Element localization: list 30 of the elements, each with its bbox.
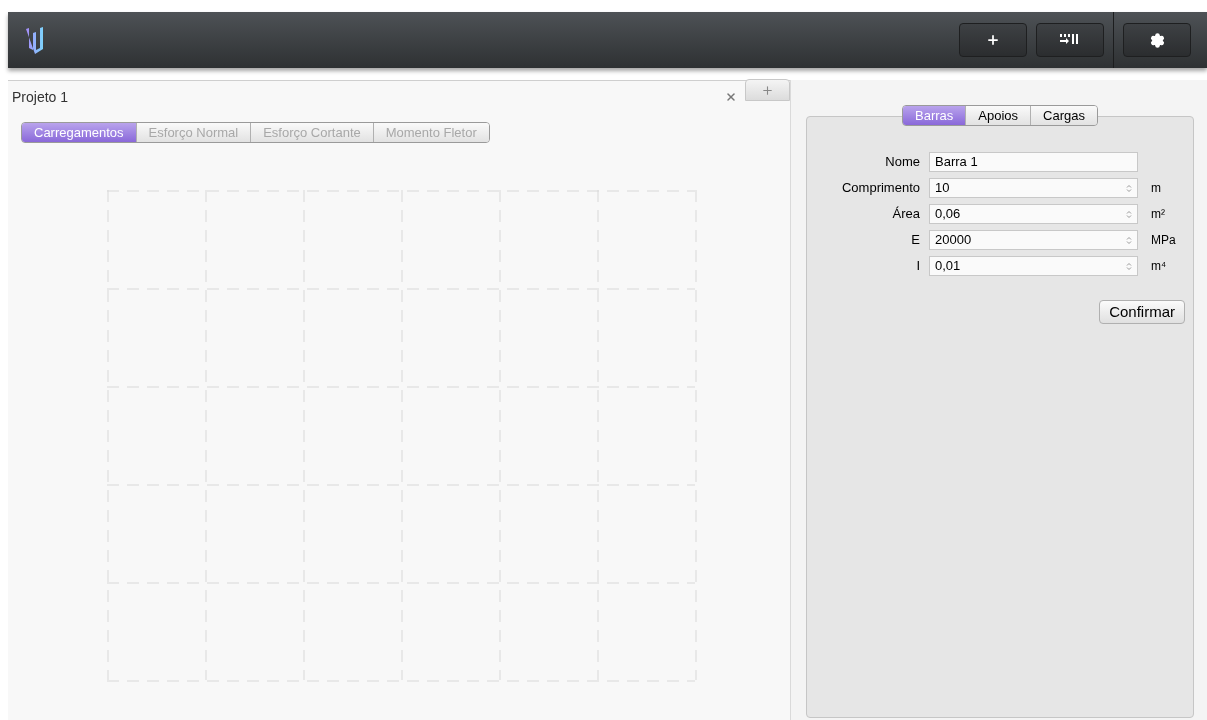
- input-field[interactable]: Barra 1: [929, 152, 1138, 172]
- unit-label: MPa: [1151, 232, 1176, 249]
- tab[interactable]: Apoios: [965, 106, 1031, 125]
- field-label: E: [910, 231, 921, 250]
- stepper-icon: [1126, 209, 1132, 219]
- field-label: Nome: [884, 153, 921, 172]
- toolbar-button[interactable]: [1036, 23, 1104, 57]
- unit-label: m²: [1151, 206, 1165, 223]
- settings-button[interactable]: [1123, 23, 1191, 57]
- field-label: Comprimento: [840, 179, 921, 198]
- number-field[interactable]: 20000: [929, 230, 1138, 250]
- tab[interactable]: Cargas: [1030, 106, 1097, 125]
- bars-arrow-icon: [1059, 33, 1081, 47]
- plus-icon: [986, 33, 1000, 47]
- number-field[interactable]: 10: [929, 178, 1138, 198]
- field-label: Área: [891, 205, 921, 224]
- plus-icon: [761, 83, 774, 97]
- stepper-icon: [1126, 183, 1132, 193]
- stepper-icon: [1126, 261, 1132, 271]
- stepper-icon: [1126, 235, 1132, 245]
- number-field[interactable]: 0,01: [929, 256, 1138, 276]
- unit-label: m: [1151, 180, 1161, 197]
- close-icon[interactable]: [725, 91, 737, 103]
- unit-label: m⁴: [1151, 258, 1167, 275]
- confirm-button[interactable]: Confirmar: [1099, 300, 1185, 324]
- field-label: I: [915, 257, 921, 276]
- document-tab[interactable]: Projeto 1: [8, 81, 73, 108]
- logo-icon: [24, 25, 46, 55]
- number-field[interactable]: 0,06: [929, 204, 1138, 224]
- gear-icon: [1149, 32, 1165, 48]
